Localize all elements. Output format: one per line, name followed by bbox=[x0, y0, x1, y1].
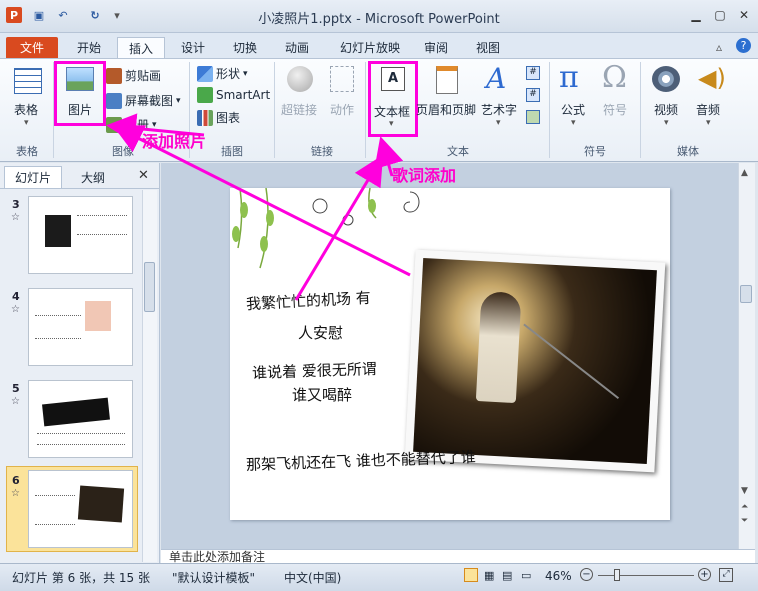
next-slide-icon[interactable]: ⏷ bbox=[741, 516, 748, 526]
annotation-arrows bbox=[106, 113, 411, 301]
zoom-out-icon[interactable]: − bbox=[580, 568, 593, 581]
zoom-level[interactable]: 46% bbox=[545, 569, 572, 583]
scroll-down-icon[interactable]: ▼ bbox=[741, 486, 748, 496]
fit-to-window-icon[interactable]: ⤢ bbox=[719, 568, 733, 582]
normal-view-icon[interactable] bbox=[464, 568, 478, 582]
slide-count-status: 幻灯片 第 6 张，共 15 张 bbox=[12, 571, 150, 585]
zoom-slider[interactable] bbox=[598, 575, 694, 576]
zoom-in-icon[interactable]: + bbox=[698, 568, 711, 581]
notes-pane[interactable]: 单击此处添加备注 bbox=[161, 549, 755, 563]
scroll-up-icon[interactable]: ▲ bbox=[741, 168, 748, 178]
theme-status: "默认设计模板" bbox=[172, 571, 256, 585]
annotation-add-photo: 添加照片 bbox=[142, 132, 207, 151]
annotation-add-lyrics: 歌词添加 bbox=[392, 166, 457, 185]
reading-view-icon[interactable]: ▤ bbox=[502, 569, 512, 582]
slideshow-view-icon[interactable]: ▭ bbox=[521, 569, 531, 582]
language-status[interactable]: 中文(中国) bbox=[284, 569, 341, 586]
scrollbar-thumb[interactable] bbox=[740, 285, 752, 303]
slide-sorter-icon[interactable]: ▦ bbox=[484, 569, 494, 582]
zoom-slider-thumb[interactable] bbox=[614, 569, 620, 581]
previous-slide-icon[interactable]: ⏶ bbox=[741, 502, 748, 512]
